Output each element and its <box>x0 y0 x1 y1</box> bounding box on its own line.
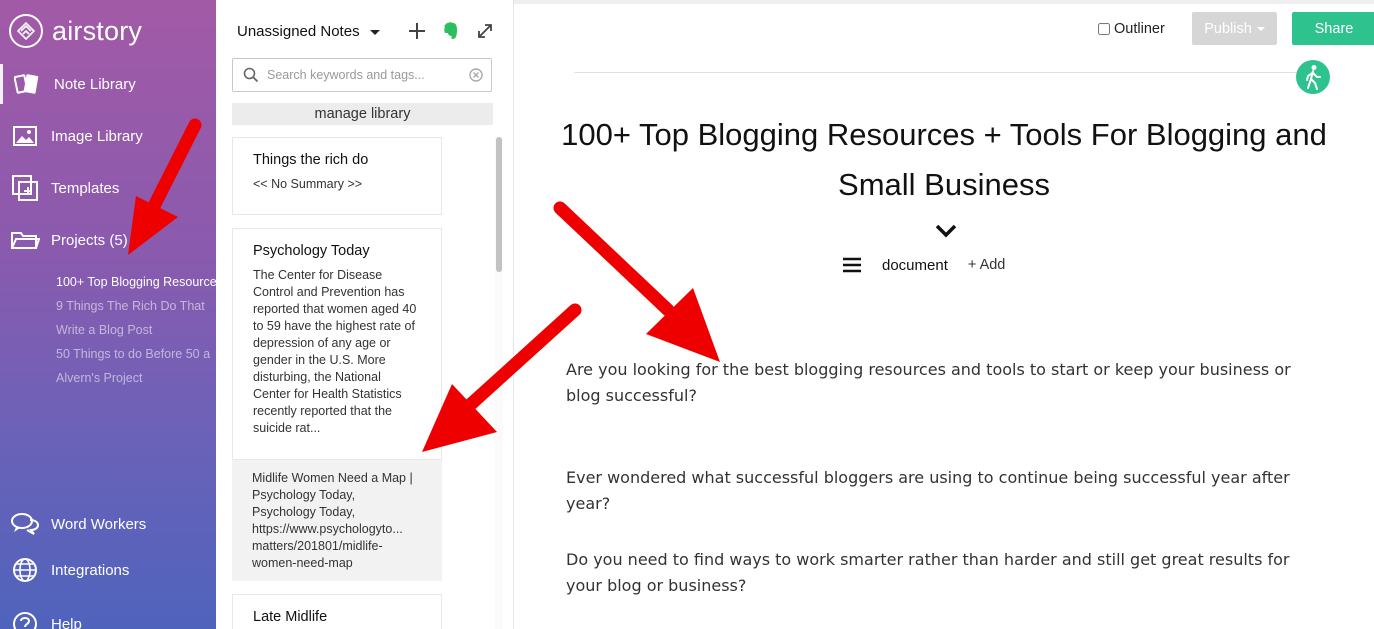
search-icon <box>243 67 259 83</box>
note-summary: << No Summary >> <box>253 177 363 191</box>
chevron-down-icon <box>369 29 380 35</box>
note-title: Psychology Today <box>253 243 370 259</box>
search-input[interactable] <box>267 68 457 82</box>
add-section-button[interactable]: + Add <box>968 257 1006 273</box>
sidebar-item-label: Projects (5) <box>51 231 128 249</box>
evernote-button[interactable] <box>440 20 462 42</box>
sidebar-item-integrations[interactable]: Integrations <box>0 550 216 590</box>
sidebar-item-templates[interactable]: Templates <box>0 168 216 208</box>
expand-icon <box>478 24 492 38</box>
paragraph[interactable]: Do you need to find ways to work smarter… <box>566 547 1326 599</box>
outliner-toggle[interactable]: Outliner <box>1098 19 1165 39</box>
document-title[interactable]: 100+ Top Blogging Resources + Tools For … <box>524 110 1364 210</box>
sidebar-item-image-library[interactable]: Image Library <box>0 116 216 156</box>
project-item[interactable]: Write a Blog Post <box>0 320 216 344</box>
notes-title: Unassigned Notes <box>237 22 360 40</box>
top-divider <box>514 0 1374 4</box>
globe-icon <box>10 555 40 585</box>
note-source[interactable]: Midlife Women Need a Map | Psychology To… <box>232 460 442 581</box>
notes-panel: Unassigned Notes manage library Things t… <box>216 0 514 629</box>
note-card[interactable]: Psychology Today The Center for Disease … <box>232 228 442 460</box>
publish-label: Publish <box>1204 20 1252 37</box>
manage-library-button[interactable]: manage library <box>232 103 493 125</box>
document-bar: document + Add <box>842 254 1005 276</box>
editor: Outliner Publish Share 100+ Top Blogging… <box>514 0 1374 629</box>
image-icon <box>10 121 40 151</box>
sidebar-item-projects[interactable]: Projects (5) <box>0 220 216 260</box>
project-item[interactable]: 9 Things The Rich Do That <box>0 296 216 320</box>
notes-scrollbar[interactable] <box>495 137 503 629</box>
sidebar-item-help[interactable]: Help <box>0 604 216 629</box>
sidebar-item-note-library[interactable]: Note Library <box>0 64 216 104</box>
cards-icon <box>13 69 43 99</box>
sidebar-item-label: Help <box>51 615 82 629</box>
brand-name: airstory <box>52 15 143 46</box>
sidebar-item-label: Note Library <box>54 75 136 93</box>
sidebar-item-label: Integrations <box>51 561 130 579</box>
chevron-down-icon[interactable] <box>934 222 958 240</box>
sidebar-item-label: Word Workers <box>51 515 147 533</box>
share-label: Share <box>1314 20 1354 37</box>
brand[interactable]: airstory <box>8 12 142 50</box>
add-note-button[interactable] <box>406 20 428 42</box>
paragraph[interactable]: Are you looking for the best blogging re… <box>566 357 1326 409</box>
project-item[interactable]: Alvern's Project <box>0 368 216 392</box>
paragraph[interactable]: Ever wondered what successful bloggers a… <box>566 465 1326 517</box>
notes-scrollbar-thumb[interactable] <box>496 137 502 272</box>
notes-list: Things the rich do << No Summary >> Psyc… <box>232 137 458 629</box>
plus-icon <box>409 23 425 39</box>
note-summary: The Center for Disease Control and Preve… <box>253 268 417 435</box>
publish-button[interactable]: Publish <box>1192 12 1277 45</box>
note-title: Things the rich do <box>253 152 369 168</box>
sidebar-item-word-workers[interactable]: Word Workers <box>0 504 216 544</box>
search-box[interactable] <box>232 58 492 92</box>
folder-icon <box>10 225 40 255</box>
templates-icon <box>10 173 40 203</box>
clear-search-icon[interactable] <box>469 68 483 82</box>
walking-person-icon <box>1306 65 1321 90</box>
focus-mode-button[interactable] <box>1296 60 1330 94</box>
note-card[interactable]: Late Midlife <box>232 594 442 629</box>
toolbar-divider <box>574 72 1304 73</box>
projects-list: 100+ Top Blogging Resources 9 Things The… <box>0 272 216 392</box>
sidebar-item-label: Templates <box>51 179 120 197</box>
help-icon <box>10 609 40 629</box>
note-card[interactable]: Things the rich do << No Summary >> <box>232 137 442 215</box>
note-title: Late Midlife <box>253 609 328 625</box>
project-item[interactable]: 100+ Top Blogging Resources <box>0 272 216 296</box>
outliner-label: Outliner <box>1114 21 1165 37</box>
chat-bubbles-icon <box>10 509 40 539</box>
chevron-down-icon <box>1256 26 1265 31</box>
hamburger-menu-icon[interactable] <box>842 257 862 273</box>
outliner-checkbox[interactable] <box>1098 23 1110 35</box>
evernote-icon <box>444 22 457 39</box>
expand-button[interactable] <box>474 20 496 42</box>
sidebar-item-label: Image Library <box>51 127 143 145</box>
document-tab[interactable]: document <box>882 257 948 274</box>
share-button[interactable]: Share <box>1292 12 1374 45</box>
sidebar: airstory Note Library Image Library Temp… <box>0 0 216 629</box>
airstory-logo-icon <box>9 14 43 48</box>
notes-header-dropdown[interactable]: Unassigned Notes <box>237 16 507 46</box>
project-item[interactable]: 50 Things to do Before 50 a <box>0 344 216 368</box>
